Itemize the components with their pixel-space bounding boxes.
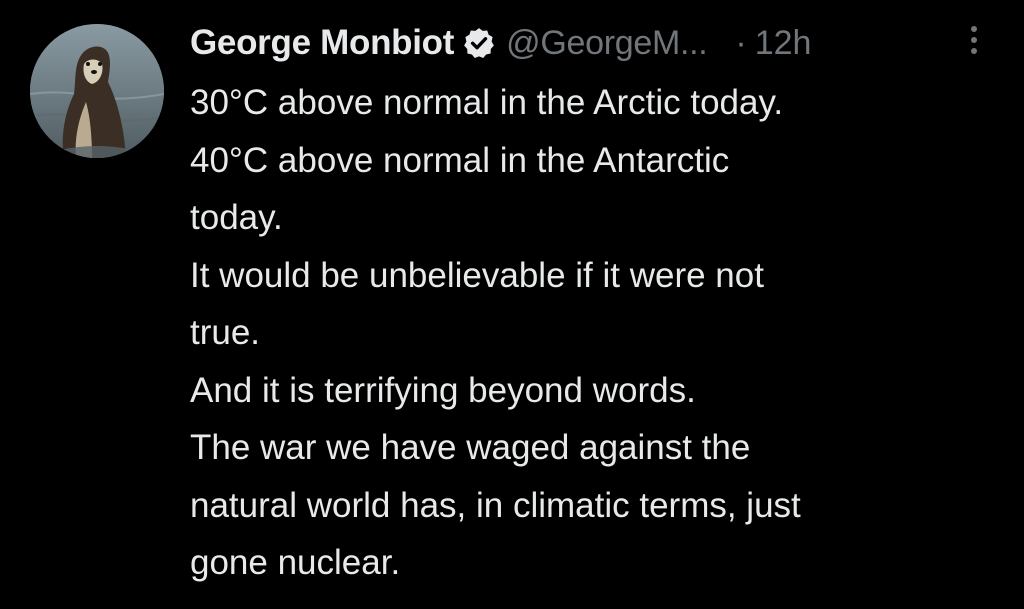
tweet-line: today. bbox=[190, 198, 283, 237]
tweet-line: true. bbox=[190, 313, 261, 352]
handle[interactable]: @GeorgeM... bbox=[506, 24, 708, 63]
avatar[interactable] bbox=[30, 24, 164, 158]
tweet-line: The war we have waged against the bbox=[190, 428, 751, 467]
tweet-line: 40°C above normal in the Antarctic bbox=[190, 140, 730, 180]
verified-badge-icon bbox=[462, 26, 496, 60]
separator: · bbox=[735, 23, 747, 62]
timestamp[interactable]: 12h bbox=[755, 24, 812, 63]
tweet: George Monbiot @GeorgeM... · 12h 30°C ab… bbox=[0, 0, 1024, 609]
more-options-icon[interactable] bbox=[964, 26, 984, 62]
tweet-line: natural world has, in climatic terms, ju… bbox=[190, 485, 801, 525]
tweet-line: 30°C above normal in the Arctic today. bbox=[190, 83, 784, 122]
otter-avatar-image bbox=[30, 24, 164, 158]
tweet-line: It would be unbelievable if it were not bbox=[190, 255, 764, 295]
tweet-line: gone nuclear. bbox=[190, 543, 401, 582]
tweet-header: George Monbiot @GeorgeM... · 12h bbox=[190, 18, 811, 68]
tweet-text: 30°C above normal in the Arctic today. 4… bbox=[190, 74, 990, 592]
display-name[interactable]: George Monbiot bbox=[190, 23, 454, 63]
tweet-line: And it is terrifying beyond words. bbox=[190, 370, 696, 410]
